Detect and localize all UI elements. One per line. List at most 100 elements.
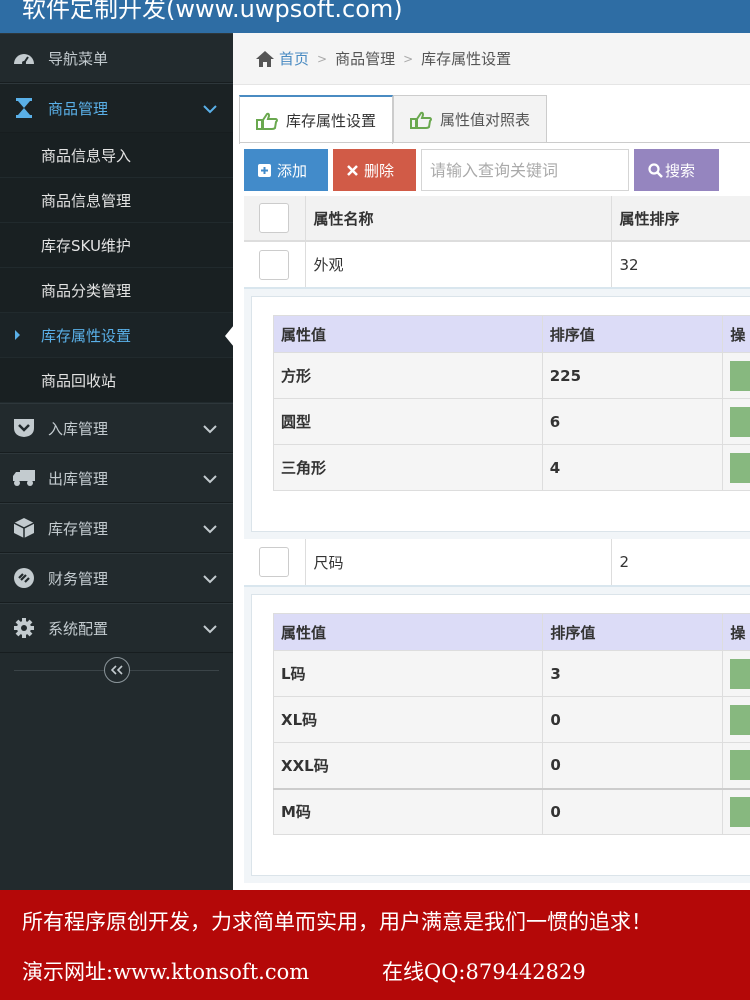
sidebar-collapse-toggle[interactable] xyxy=(0,653,233,687)
attribute-grid: 属性名称 属性排序 外观 32 属性值 排序值 操 方形 225 圆型 6 三角… xyxy=(244,196,750,883)
edit-button[interactable] xyxy=(730,406,750,437)
sidebar-subitem-recycle[interactable]: 商品回收站 xyxy=(0,358,233,403)
footer-slogan: 所有程序原创开发，力求简单而实用，用户满意是我们一惯的追求！ xyxy=(22,910,652,934)
sidebar-nav-title-label: 导航菜单 xyxy=(48,49,109,68)
sort-cell: 3 xyxy=(542,650,724,697)
sidebar-item-label: 财务管理 xyxy=(48,569,109,588)
sidebar-item-label: 系统配置 xyxy=(48,619,109,638)
caret-right-icon xyxy=(15,330,20,340)
attribute-sort-cell: 32 xyxy=(611,241,750,289)
table-row[interactable]: 外观 32 xyxy=(244,241,750,289)
edit-button[interactable] xyxy=(730,360,750,391)
breadcrumb-level1[interactable]: 商品管理 xyxy=(335,48,395,69)
column-header[interactable]: 属性排序 xyxy=(611,196,750,242)
value-cell: M码 xyxy=(272,788,544,835)
sidebar-subitem-import[interactable]: 商品信息导入 xyxy=(0,133,233,178)
sidebar-item-outbound[interactable]: 出库管理 xyxy=(0,453,233,503)
delete-button[interactable]: 删除 xyxy=(333,149,416,191)
column-header[interactable]: 属性名称 xyxy=(305,196,612,242)
edit-button[interactable] xyxy=(730,658,750,689)
value-cell: XXL码 xyxy=(272,742,544,790)
list-item: 圆型 6 xyxy=(273,398,750,445)
sidebar-item-label: 出库管理 xyxy=(48,469,109,488)
sidebar-item-finance[interactable]: 财务管理 xyxy=(0,553,233,603)
breadcrumb-level2: 库存属性设置 xyxy=(421,50,512,68)
home-icon xyxy=(255,50,275,68)
gear-icon xyxy=(0,617,48,639)
edit-button[interactable] xyxy=(730,796,750,827)
double-chevron-left-icon[interactable] xyxy=(103,657,130,683)
action-cell xyxy=(722,444,750,491)
footer-qq: 在线QQ:879442829 xyxy=(382,960,586,984)
add-button[interactable]: 添加 xyxy=(244,149,328,191)
hand-right-icon xyxy=(410,111,433,129)
chevron-down-icon xyxy=(203,570,217,588)
link-icon xyxy=(0,567,48,589)
sort-cell: 225 xyxy=(541,352,724,399)
column-header: 操 xyxy=(722,613,750,651)
list-item: 方形 225 xyxy=(273,352,750,399)
column-header: 排序值 xyxy=(541,315,724,353)
cube-icon xyxy=(0,517,48,539)
chevron-down-icon xyxy=(203,100,217,118)
hand-right-icon xyxy=(256,112,278,130)
column-header: 排序值 xyxy=(542,613,724,651)
edit-button[interactable] xyxy=(730,750,750,781)
sidebar-submenu: 商品信息导入 商品信息管理 库存SKU维护 商品分类管理 库存属性设置 商品回收… xyxy=(0,133,234,403)
sub-header-row: 属性值 排序值 操 xyxy=(273,315,750,353)
detail-box: 属性值 排序值 操 方形 225 圆型 6 三角形 4 xyxy=(251,296,750,532)
sidebar: 导航菜单 商品管理 商品信息导入 商品信息管理 库存SKU维护 商品分类管理 库… xyxy=(0,33,234,890)
edit-button[interactable] xyxy=(730,704,750,735)
tab-attr-values[interactable]: 属性值对照表 xyxy=(393,95,548,143)
sidebar-subitem-sku[interactable]: 库存SKU维护 xyxy=(0,223,233,268)
dashboard-icon xyxy=(0,49,48,67)
sidebar-item-inventory[interactable]: 库存管理 xyxy=(0,503,233,553)
breadcrumb-home[interactable]: 首页 xyxy=(255,48,309,69)
chevron-down-icon xyxy=(203,420,217,438)
tab-divider xyxy=(239,142,750,143)
grid-table: 属性名称 属性排序 外观 32 xyxy=(244,196,750,289)
sort-cell: 0 xyxy=(542,742,724,790)
search-button-label: 搜索 xyxy=(665,161,696,180)
sidebar-item-label: 库存管理 xyxy=(48,519,109,538)
column-header: 属性值 xyxy=(272,613,544,651)
attribute-name-cell: 尺码 xyxy=(305,539,612,587)
sidebar-item-system[interactable]: 系统配置 xyxy=(0,603,233,653)
table-row[interactable]: 尺码 2 xyxy=(244,539,750,587)
delete-button-label: 删除 xyxy=(364,161,395,180)
search-button[interactable]: 搜索 xyxy=(634,149,719,191)
select-all-checkbox[interactable] xyxy=(259,203,289,233)
list-item: M码 0 xyxy=(272,788,750,835)
attribute-name-cell: 外观 xyxy=(305,241,612,289)
row-checkbox[interactable] xyxy=(259,249,289,280)
tab-label: 库存属性设置 xyxy=(286,112,377,130)
attribute-values-table: 属性值 排序值 操 L码 3 XL码 0 XXL码 0 M码 0 xyxy=(272,613,750,835)
attribute-sort-cell: 2 xyxy=(611,539,750,587)
sidebar-item-inbound[interactable]: 入库管理 xyxy=(0,403,233,453)
list-item: XXL码 0 xyxy=(272,742,750,790)
value-cell: XL码 xyxy=(272,696,544,743)
shield-down-icon xyxy=(0,418,48,438)
action-cell xyxy=(722,398,750,445)
sort-cell: 0 xyxy=(542,696,724,743)
action-cell xyxy=(722,352,750,399)
sidebar-subitem-category[interactable]: 商品分类管理 xyxy=(0,268,233,313)
sidebar-item-goods[interactable]: 商品管理 xyxy=(0,83,233,133)
list-item: L码 3 xyxy=(272,650,750,697)
row-checkbox[interactable] xyxy=(259,547,289,577)
row-detail-panel: 属性值 排序值 操 方形 225 圆型 6 三角形 4 xyxy=(244,289,750,539)
search-input[interactable] xyxy=(421,149,629,191)
tab-attr-settings[interactable]: 库存属性设置 xyxy=(239,95,394,144)
grid-header-row: 属性名称 属性排序 xyxy=(244,196,750,242)
value-cell: 三角形 xyxy=(273,444,543,491)
edit-button[interactable] xyxy=(730,452,750,483)
sidebar-subitem-attr-settings[interactable]: 库存属性设置 xyxy=(0,313,234,358)
close-icon xyxy=(347,164,358,176)
sidebar-subitem-goods-info[interactable]: 商品信息管理 xyxy=(0,178,233,223)
attribute-values-table: 属性值 排序值 操 方形 225 圆型 6 三角形 4 xyxy=(273,315,750,491)
action-cell xyxy=(722,650,750,697)
action-cell xyxy=(722,788,750,835)
sidebar-subitem-label: 库存属性设置 xyxy=(41,326,132,345)
chevron-down-icon xyxy=(203,620,217,638)
breadcrumb: 首页 > 商品管理 > 库存属性设置 xyxy=(233,33,750,85)
